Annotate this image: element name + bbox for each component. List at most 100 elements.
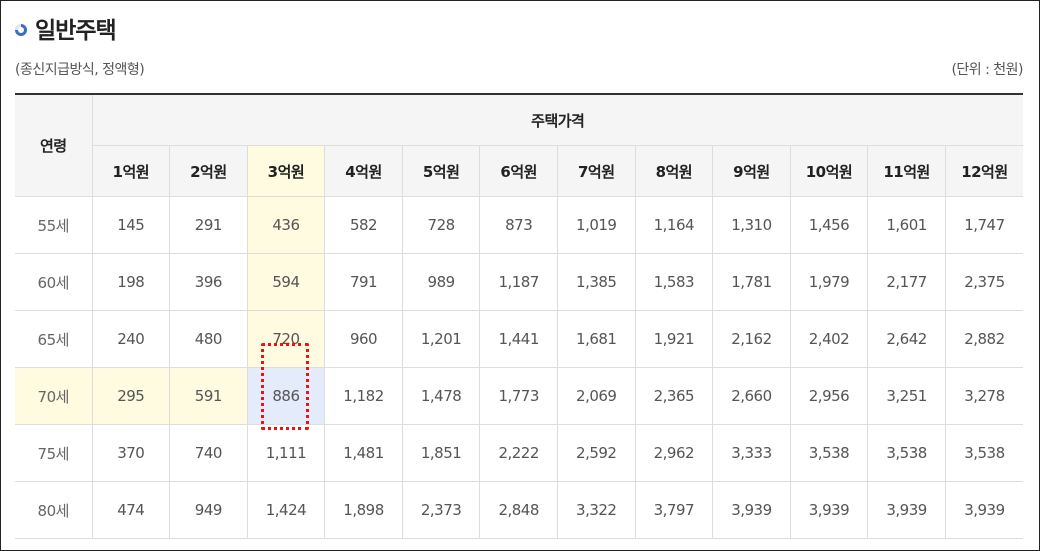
- payment-cell: 1,601: [867, 196, 946, 254]
- payment-cell: 1,164: [634, 196, 714, 254]
- payment-cell: 728: [401, 196, 481, 254]
- payment-cell: 2,882: [944, 310, 1024, 368]
- house-price-header: 주택가격: [91, 93, 1024, 146]
- bullet-circle-icon: [15, 23, 27, 36]
- price-column-header: 8억원: [634, 145, 714, 197]
- price-column-header: 12억원: [944, 145, 1024, 197]
- table-header-row: 연령 주택가격: [15, 93, 1024, 197]
- age-cell: 55세: [15, 196, 93, 254]
- price-column-header: 6억원: [479, 145, 558, 197]
- price-column-header: 1억원: [92, 145, 171, 197]
- price-column-header: 7억원: [556, 145, 636, 197]
- payment-cell: 3,333: [712, 424, 791, 482]
- page-title: 일반주택: [35, 18, 117, 44]
- payment-cell: 2,375: [944, 253, 1024, 311]
- payment-cell: 2,162: [712, 310, 791, 368]
- payment-cell: 720: [246, 310, 326, 430]
- price-column-header: 4억원: [324, 145, 403, 197]
- age-cell: 75세: [15, 424, 93, 482]
- price-column-header: 9억원: [712, 145, 791, 197]
- payment-cell: 3,939: [867, 481, 946, 539]
- payment-cell: 1,979: [789, 253, 869, 311]
- payment-cell: 2,848: [479, 481, 558, 539]
- payment-cell: 370: [91, 424, 171, 482]
- payment-cell: 1,583: [634, 253, 714, 311]
- payment-cell: 145: [91, 196, 171, 254]
- payment-cell: 2,402: [789, 310, 869, 368]
- payment-cell: 1,456: [789, 196, 869, 254]
- age-column-header: 연령: [15, 93, 93, 197]
- monthly-payment-table: 연령 주택가격 1억원 2억원 3억원 4억원 5억원 6억원 7억원 8억원 9억원 10억원 1…: [15, 93, 1024, 539]
- price-column-header: 3억원: [246, 145, 326, 197]
- payment-cell: 1,851: [401, 424, 481, 482]
- payment-cell: 436: [246, 196, 326, 254]
- age-cell: 70세: [15, 367, 93, 425]
- payment-cell: 2,069: [556, 367, 636, 425]
- payment-cell: 1,481: [324, 424, 403, 482]
- table-row: 70세 295 591 886 1,182 1,478 1,773 2,069 2,365 2,6…: [15, 367, 1024, 425]
- payment-cell: 1,773: [479, 367, 558, 425]
- payment-cell: 3,538: [867, 424, 946, 482]
- payment-cell: 3,322: [556, 481, 636, 539]
- payment-cell: 480: [169, 310, 248, 368]
- payment-cell: 1,478: [401, 367, 481, 425]
- payment-cell: 3,939: [712, 481, 791, 539]
- payment-cell: 1,111: [246, 424, 326, 482]
- payment-cell: 594: [246, 253, 326, 311]
- payment-cell: 1,201: [401, 310, 481, 368]
- price-column-header: 5억원: [401, 145, 481, 197]
- payment-cell: 2,592: [556, 424, 636, 482]
- price-column-header: 2억원: [169, 145, 248, 197]
- payment-cell: 2,642: [867, 310, 946, 368]
- payment-cell: 1,424: [246, 481, 326, 539]
- payment-cell: 873: [479, 196, 558, 254]
- table-row: 75세 370 740 1,111 1,481 1,851 2,222 2,592 2,962 3…: [15, 424, 1024, 482]
- title-row: 일반주택: [15, 11, 117, 45]
- table-row: 80세 474 949 1,424 1,898 2,373 2,848 3,322 3,797 3…: [15, 481, 1024, 539]
- pension-table-panel: 일반주택 (종신지급방식, 정액형) (단위 : 천원) 연령 주택가격 1억원…: [0, 0, 1040, 551]
- payment-cell: 886: [246, 367, 326, 425]
- payment-cell: 3,538: [789, 424, 869, 482]
- payment-cell: 3,538: [944, 424, 1024, 482]
- payment-cell: 2,373: [401, 481, 481, 539]
- payment-cell: 960: [324, 310, 403, 368]
- payment-cell: 1,310: [712, 196, 791, 254]
- payment-cell: 1,385: [556, 253, 636, 311]
- price-column-header: 11억원: [867, 145, 946, 197]
- payment-cell: 791: [324, 253, 403, 311]
- payment-cell: 1,898: [324, 481, 403, 539]
- age-cell: 65세: [15, 310, 93, 368]
- payment-cell: 1,781: [712, 253, 791, 311]
- payment-cell: 2,222: [479, 424, 558, 482]
- price-column-header: 10억원: [789, 145, 869, 197]
- payment-cell: 3,251: [867, 367, 946, 425]
- payment-cell: 1,441: [479, 310, 558, 368]
- payment-cell: 740: [169, 424, 248, 482]
- payment-cell: 591: [169, 367, 248, 425]
- payment-cell: 2,177: [867, 253, 946, 311]
- table-row: 60세 198 396 594 791 989 1,187 1,385 1,583 1,781 1,…: [15, 253, 1024, 311]
- payment-cell: 1,681: [556, 310, 636, 368]
- payment-cell: 1,182: [324, 367, 403, 425]
- payment-cell: 1,019: [556, 196, 636, 254]
- payment-cell: 3,278: [944, 367, 1024, 425]
- payment-cell: 1,921: [634, 310, 714, 368]
- table-body: 55세 145 291 436 582 728 873 1,019 1,164 1,310 1,45…: [15, 196, 1024, 539]
- payment-cell: 2,962: [634, 424, 714, 482]
- payment-cell: 474: [91, 481, 171, 539]
- payment-cell: 2,365: [634, 367, 714, 425]
- age-cell: 80세: [15, 481, 93, 539]
- price-columns-row: 1억원 2억원 3억원 4억원 5억원 6억원 7억원 8억원 9억원 10억원 11억원 12억원: [15, 145, 1024, 197]
- table-row: 65세 240 480 720 960 1,201 1,441 1,681 1,921 2,162…: [15, 310, 1024, 430]
- payment-cell: 198: [91, 253, 171, 311]
- payment-cell: 949: [169, 481, 248, 539]
- payment-cell: 2,956: [789, 367, 869, 425]
- table-row: 55세 145 291 436 582 728 873 1,019 1,164 1,310 1,45…: [15, 196, 1024, 254]
- age-cell: 60세: [15, 253, 93, 311]
- payment-cell: 989: [401, 253, 481, 311]
- payment-cell: 3,939: [789, 481, 869, 539]
- unit-note: (단위 : 천원): [951, 62, 1023, 78]
- payment-cell: 396: [169, 253, 248, 311]
- payment-cell: 240: [91, 310, 171, 368]
- payment-cell: 1,187: [479, 253, 558, 311]
